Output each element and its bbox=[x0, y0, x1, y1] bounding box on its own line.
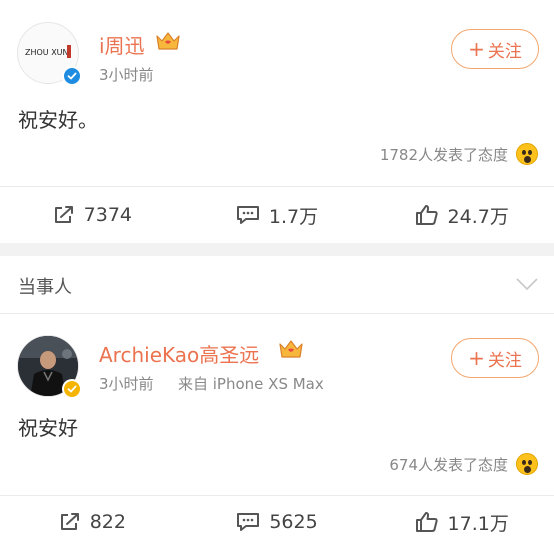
post-time: 3小时前 bbox=[99, 375, 154, 393]
like-count: 17.1万 bbox=[447, 512, 509, 535]
repost-count: 822 bbox=[89, 511, 126, 533]
like-button[interactable]: 17.1万 bbox=[369, 499, 554, 543]
post-content: 祝安好 bbox=[18, 416, 78, 440]
comment-icon bbox=[236, 206, 259, 224]
wow-emoji-icon bbox=[516, 143, 538, 165]
thumbs-up-icon bbox=[415, 205, 438, 225]
repost-button[interactable]: 822 bbox=[0, 499, 185, 543]
section-title: 当事人 bbox=[18, 277, 72, 298]
verified-badge-icon bbox=[62, 379, 82, 399]
follow-button[interactable]: + 关注 bbox=[451, 29, 539, 69]
action-bar: 822 5625 17.1万 bbox=[0, 499, 554, 543]
follow-label: 关注 bbox=[487, 350, 522, 371]
avatar-logo-mark bbox=[67, 45, 71, 58]
divider bbox=[0, 186, 554, 187]
chevron-down-icon[interactable] bbox=[516, 278, 538, 292]
reaction-summary[interactable]: 674人发表了态度 bbox=[389, 453, 538, 475]
divider bbox=[0, 495, 554, 496]
post-content: 祝安好。 bbox=[18, 108, 98, 132]
section-header[interactable]: 当事人 bbox=[0, 256, 554, 313]
plus-icon: + bbox=[468, 346, 485, 370]
action-bar: 7374 1.7万 24.7万 bbox=[0, 190, 554, 240]
vip-crown-icon bbox=[279, 340, 303, 358]
follow-label: 关注 bbox=[487, 41, 522, 62]
thumbs-up-icon bbox=[415, 512, 438, 532]
comment-button[interactable]: 1.7万 bbox=[185, 190, 370, 240]
reaction-text: 674人发表了态度 bbox=[389, 455, 508, 474]
section-gap bbox=[0, 243, 554, 256]
plus-icon: + bbox=[468, 37, 485, 61]
wow-emoji-icon bbox=[516, 453, 538, 475]
follow-button[interactable]: + 关注 bbox=[451, 338, 539, 378]
username[interactable]: i周迅 bbox=[99, 30, 145, 59]
avatar[interactable]: ZHOU XUN bbox=[17, 22, 82, 86]
comment-count: 1.7万 bbox=[268, 205, 319, 228]
avatar-logo-text: ZHOU XUN bbox=[25, 48, 69, 57]
comment-button[interactable]: 5625 bbox=[185, 499, 370, 543]
post-source: 来自 iPhone XS Max bbox=[178, 375, 324, 393]
post-time: 3小时前 bbox=[99, 66, 154, 84]
verified-badge-icon bbox=[62, 66, 82, 86]
vip-crown-icon bbox=[156, 32, 180, 50]
comment-icon bbox=[237, 513, 260, 531]
like-count: 24.7万 bbox=[447, 205, 509, 228]
repost-icon bbox=[54, 206, 73, 223]
post-card-1: ZHOU XUN i周迅 3小时前 + 关注 祝安好。 1782人发表了态度 7… bbox=[0, 0, 554, 243]
repost-count: 7374 bbox=[83, 204, 133, 226]
reaction-text: 1782人发表了态度 bbox=[379, 145, 508, 164]
post-card-2: ArchieKao高圣远 3小时前 来自 iPhone XS Max + 关注 … bbox=[0, 314, 554, 543]
repost-icon bbox=[60, 513, 79, 530]
avatar[interactable] bbox=[17, 335, 82, 399]
reaction-summary[interactable]: 1782人发表了态度 bbox=[380, 143, 538, 165]
username[interactable]: ArchieKao高圣远 bbox=[99, 339, 259, 368]
comment-count: 5625 bbox=[269, 511, 318, 533]
repost-button[interactable]: 7374 bbox=[0, 190, 185, 240]
like-button[interactable]: 24.7万 bbox=[369, 190, 554, 240]
